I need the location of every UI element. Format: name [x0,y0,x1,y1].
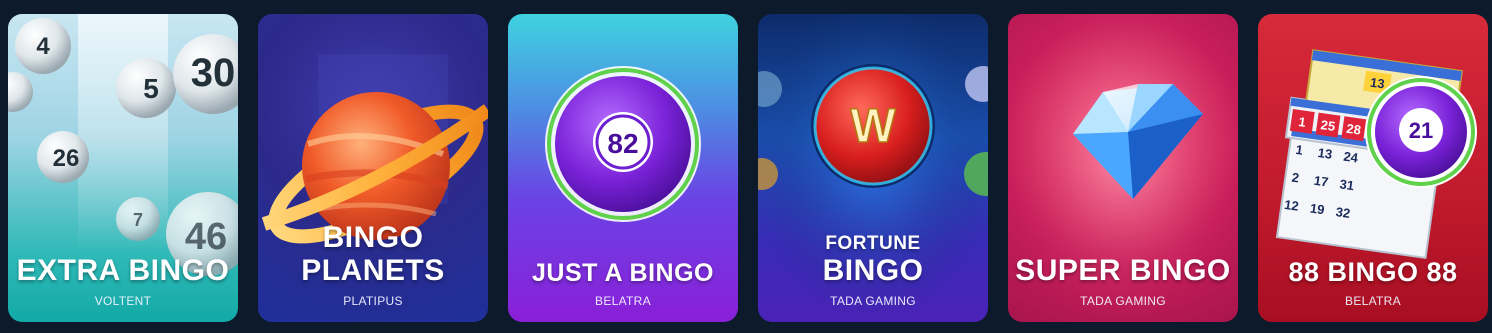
card-number-13: 32 [1335,204,1351,221]
card-number-11: 12 [1283,197,1299,214]
game-provider: VOLTENT [94,294,152,308]
game-caption: SUPER BINGO TADA GAMING [1008,253,1238,308]
game-title-line-1: FORTUNE [825,233,921,255]
card-number-1: 13 [1369,75,1385,92]
ball-number-3: 30 [191,51,236,95]
game-caption: BINGO PLANETS PLATIPUS [258,221,488,308]
game-title: 88 BINGO 88 [1288,256,1458,287]
ball-number: 21 [1409,118,1433,143]
game-provider: TADA GAMING [830,294,916,308]
ball-number-4: 26 [53,145,80,172]
game-title: SUPER BINGO [1015,253,1231,287]
game-provider: BELATRA [1345,294,1401,308]
card-number-6: 13 [1317,145,1333,162]
ball-letter: W [850,100,896,153]
game-caption: JUST A BINGO BELATRA [508,259,738,309]
card-number-10: 31 [1339,176,1355,193]
card-number-4: 28 [1346,121,1362,138]
ball-number: 82 [607,128,638,159]
card-number-9: 17 [1313,173,1329,190]
game-title-line-1: BINGO [322,221,424,255]
game-card-super-bingo[interactable]: SUPER BINGO TADA GAMING [1008,14,1238,322]
game-caption: FORTUNE BINGO TADA GAMING [758,234,988,308]
game-caption: 88 BINGO 88 BELATRA [1258,256,1488,308]
game-card-bingo-planets[interactable]: BINGO PLANETS PLATIPUS [258,14,488,322]
ball-number-1: 4 [36,33,50,60]
card-number-3: 25 [1320,117,1336,134]
game-card-88-bingo-88[interactable]: 13 1 25 28 1 13 24 2 17 31 12 19 32 21 8… [1258,14,1488,322]
game-caption: EXTRA BINGO VOLTENT [8,253,238,308]
game-provider: BELATRA [595,294,651,308]
game-title: JUST A BINGO [532,259,714,287]
card-number-7: 24 [1343,149,1360,166]
game-title: EXTRA BINGO [16,253,230,287]
game-card-just-a-bingo[interactable]: 82 JUST A BINGO BELATRA [508,14,738,322]
ball-number-2: 5 [143,73,159,104]
game-cards-row: 4 5 30 26 7 46 EXTRA BINGO VOLTENT BINGO… [8,14,1488,322]
game-title-line-2: BINGO [822,253,924,287]
game-provider: TADA GAMING [1080,294,1166,308]
game-card-extra-bingo[interactable]: 4 5 30 26 7 46 EXTRA BINGO VOLTENT [8,14,238,322]
ball-number-6: 46 [185,216,227,258]
card-number-12: 19 [1309,200,1325,217]
ball-number-5: 7 [133,210,143,230]
game-card-fortune-bingo[interactable]: W FORTUNE BINGO TADA GAMING [758,14,988,322]
game-title-line-2: PLANETS [301,253,445,287]
game-provider: PLATIPUS [343,294,403,308]
